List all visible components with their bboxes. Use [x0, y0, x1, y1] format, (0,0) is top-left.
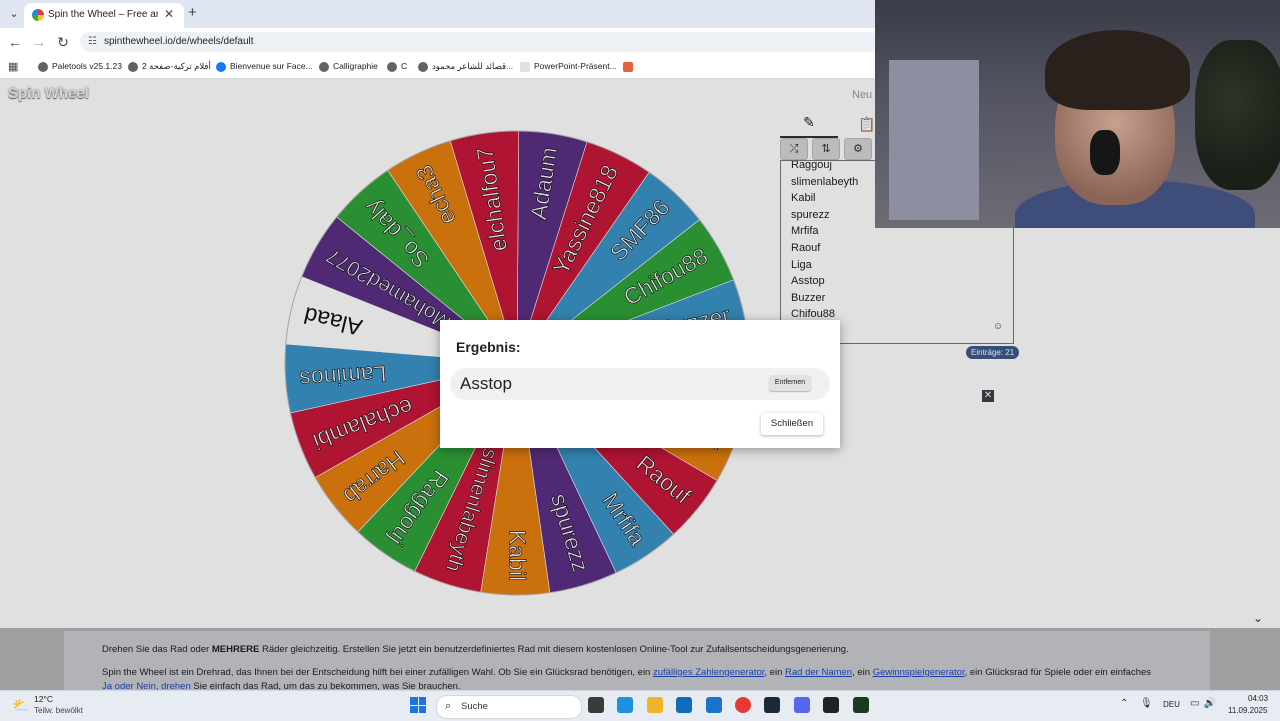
- windows-taskbar: ⛅ 12°C Teilw. bewölkt ⌕ Suche ⌃ 🎙 DEU ▭🔊…: [0, 690, 1280, 721]
- document-icon: [520, 61, 530, 72]
- globe-icon: [319, 61, 329, 72]
- dialog-title: Ergebnis:: [456, 339, 521, 355]
- webcam-person-hair: [1045, 30, 1190, 110]
- info-box: Drehen Sie das Rad oder MEHRERE Räder gl…: [64, 631, 1210, 693]
- browser-tab-active[interactable]: Spin the Wheel – Free and easy ✕: [24, 3, 184, 28]
- search-icon: ⌕: [445, 700, 452, 712]
- globe-icon: [38, 61, 48, 72]
- discord-icon[interactable]: [793, 697, 810, 713]
- new-tab-plus-icon[interactable]: +: [188, 4, 197, 21]
- address-bar[interactable]: ☷ spinthewheel.io/de/wheels/default: [80, 32, 880, 52]
- remove-button[interactable]: Entfernen: [769, 375, 811, 391]
- winner-name: Asstop: [460, 374, 512, 393]
- bookmark-paletools[interactable]: Paletools v25.1.23: [38, 61, 122, 72]
- bookmark-icon: [623, 61, 633, 72]
- link-name-wheel[interactable]: Rad der Namen: [785, 667, 852, 678]
- tray-network-volume-icons[interactable]: ▭🔊: [1190, 698, 1220, 709]
- reload-icon[interactable]: ↻: [54, 33, 72, 51]
- game-icon[interactable]: [852, 697, 869, 713]
- search-placeholder: Suche: [461, 701, 488, 712]
- microphone-icon[interactable]: 🎙: [1140, 698, 1153, 709]
- weather-description[interactable]: Teilw. bewölkt: [34, 706, 83, 715]
- globe-icon: [418, 61, 428, 72]
- apps-grid-icon[interactable]: ▦: [8, 60, 18, 73]
- obs-icon[interactable]: [823, 697, 840, 713]
- bookmark-poems[interactable]: قصائد للشاعر محمود...: [418, 61, 513, 72]
- globe-icon: [387, 61, 397, 72]
- bookmark-turkish-films[interactable]: أفلام تركية-صفحة 2: [128, 61, 211, 72]
- bookmark-facebook[interactable]: Bienvenue sur Face...: [216, 61, 313, 72]
- weather-temperature[interactable]: 12°C: [34, 694, 53, 704]
- back-arrow-icon[interactable]: ←: [6, 33, 24, 51]
- tray-chevron-up-icon[interactable]: ⌃: [1120, 698, 1128, 709]
- steam-icon[interactable]: [764, 697, 781, 713]
- url-text[interactable]: spinthewheel.io/de/wheels/default: [104, 36, 254, 47]
- file-explorer-icon[interactable]: [646, 697, 663, 713]
- bookmark-c[interactable]: C: [387, 61, 407, 72]
- outlook-icon[interactable]: [676, 697, 693, 713]
- tab-title: Spin the Wheel – Free and easy: [48, 9, 158, 20]
- windows-start-icon[interactable]: [410, 697, 426, 713]
- site-info-icon[interactable]: ☷: [88, 36, 97, 47]
- language-indicator[interactable]: DEU: [1163, 700, 1180, 709]
- taskbar-search[interactable]: ⌕ Suche: [436, 695, 582, 719]
- close-button[interactable]: Schließen: [761, 413, 823, 435]
- webcam-overlay: [875, 0, 1280, 228]
- chrome-icon[interactable]: [735, 697, 751, 713]
- wheel-favicon-icon: [32, 9, 44, 21]
- link-random-number[interactable]: zufälliges Zahlengenerator: [653, 667, 764, 678]
- clock-date[interactable]: 11.09.2025: [1228, 706, 1267, 715]
- result-dialog: Ergebnis: Asstop Entfernen Schließen: [440, 320, 840, 448]
- forward-arrow-icon[interactable]: →: [30, 33, 48, 51]
- store-icon[interactable]: [705, 697, 722, 713]
- edge-icon[interactable]: [617, 697, 634, 713]
- webcam-plant: [1195, 40, 1280, 190]
- link-giveaway[interactable]: Gewinnspielgenerator: [873, 667, 965, 678]
- facebook-icon: [216, 61, 226, 72]
- webcam-background-window: [889, 60, 979, 220]
- globe-icon: [128, 61, 138, 72]
- info-paragraph-1: Drehen Sie das Rad oder MEHRERE Räder gl…: [102, 644, 849, 655]
- bookmark-calligraphie[interactable]: Calligraphie: [319, 61, 378, 72]
- weather-partly-cloudy-icon[interactable]: ⛅: [12, 697, 29, 714]
- task-view-icon[interactable]: [588, 697, 604, 713]
- winner-row: Asstop Entfernen: [450, 368, 830, 400]
- info-section: Drehen Sie das Rad oder MEHRERE Räder gl…: [0, 628, 1280, 693]
- bookmark-extra[interactable]: [623, 61, 637, 72]
- bookmark-powerpoint[interactable]: PowerPoint-Präsent...: [520, 61, 617, 72]
- clock-time[interactable]: 04:03: [1248, 694, 1268, 703]
- tab-list-chevron-icon[interactable]: ⌄: [4, 4, 24, 24]
- close-tab-icon[interactable]: ✕: [164, 7, 174, 21]
- headset-icon: [1090, 130, 1120, 175]
